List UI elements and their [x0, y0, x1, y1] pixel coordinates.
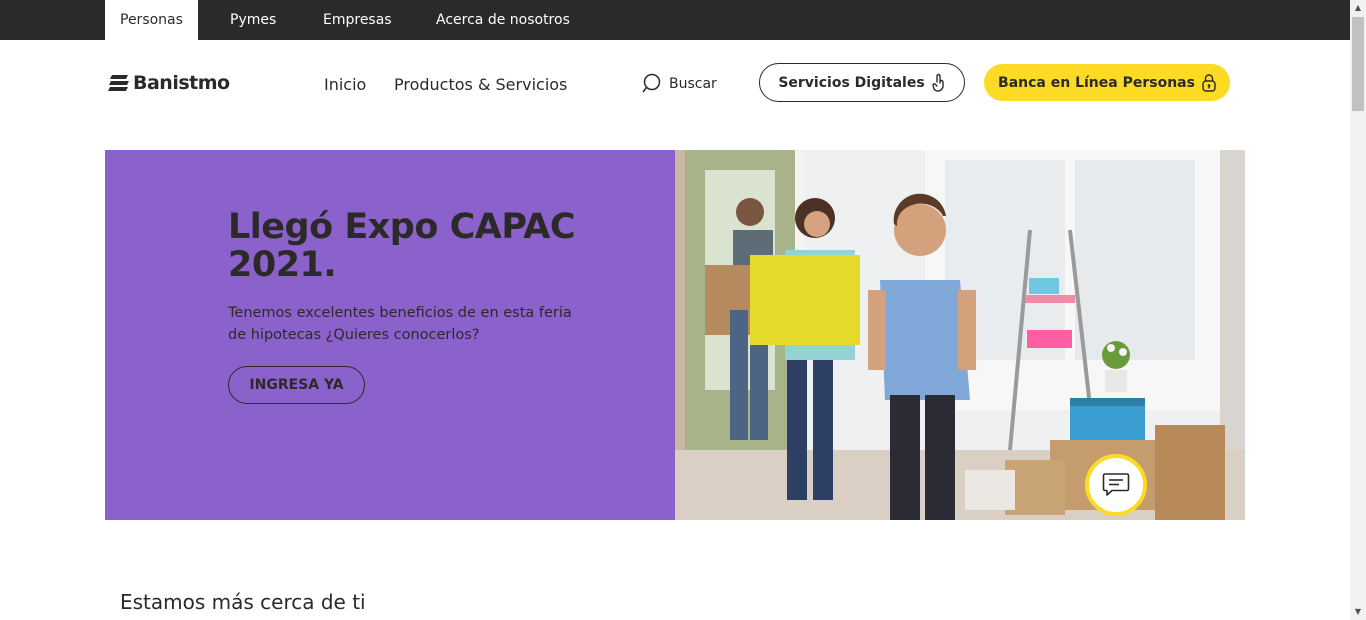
- nav-inicio[interactable]: Inicio: [324, 75, 366, 94]
- banca-en-linea-button[interactable]: Banca en Línea Personas: [984, 64, 1230, 101]
- banistmo-logo-icon: [108, 75, 129, 91]
- hero-text-panel: Llegó Expo CAPAC 2021. Tenemos excelente…: [105, 150, 676, 520]
- scroll-up-arrow-icon[interactable]: ▲: [1350, 0, 1366, 16]
- search-button[interactable]: Buscar: [642, 73, 717, 94]
- servicios-digitales-label: Servicios Digitales: [778, 74, 925, 91]
- logo-text: Banistmo: [133, 72, 230, 94]
- family-moving-illustration: [675, 150, 1245, 520]
- search-label: Buscar: [669, 75, 717, 92]
- banca-en-linea-label: Banca en Línea Personas: [998, 74, 1195, 91]
- tab-pymes[interactable]: Pymes: [215, 0, 291, 40]
- hero-description: Tenemos excelentes beneficios de en esta…: [228, 305, 572, 343]
- hero-title: Llegó Expo CAPAC 2021.: [228, 207, 576, 285]
- tab-acerca[interactable]: Acerca de nosotros: [421, 0, 585, 40]
- servicios-digitales-button[interactable]: Servicios Digitales: [759, 63, 965, 102]
- banistmo-logo[interactable]: Banistmo: [108, 72, 230, 94]
- main-header: Banistmo Inicio Productos & Servicios Bu…: [0, 40, 1350, 130]
- nav-productos-servicios[interactable]: Productos & Servicios: [394, 75, 567, 94]
- lock-icon: [1202, 73, 1216, 92]
- top-navigation-bar: Personas Pymes Empresas Acerca de nosotr…: [0, 0, 1350, 40]
- hero-family-image: [675, 150, 1245, 520]
- search-icon: [642, 73, 661, 93]
- scrollbar-thumb[interactable]: [1352, 17, 1364, 111]
- hero-banner: Llegó Expo CAPAC 2021. Tenemos excelente…: [105, 150, 1245, 520]
- tab-personas[interactable]: Personas: [105, 0, 198, 40]
- vertical-scrollbar[interactable]: ▲ ▼: [1350, 0, 1366, 620]
- chat-icon: [1102, 473, 1130, 496]
- scroll-down-arrow-icon[interactable]: ▼: [1350, 604, 1366, 620]
- tab-empresas[interactable]: Empresas: [308, 0, 407, 40]
- touch-hand-icon: [931, 73, 944, 92]
- section-title: Estamos más cerca de ti: [120, 590, 366, 614]
- chat-button[interactable]: [1085, 454, 1147, 516]
- ingresa-ya-button[interactable]: INGRESA YA: [228, 366, 365, 404]
